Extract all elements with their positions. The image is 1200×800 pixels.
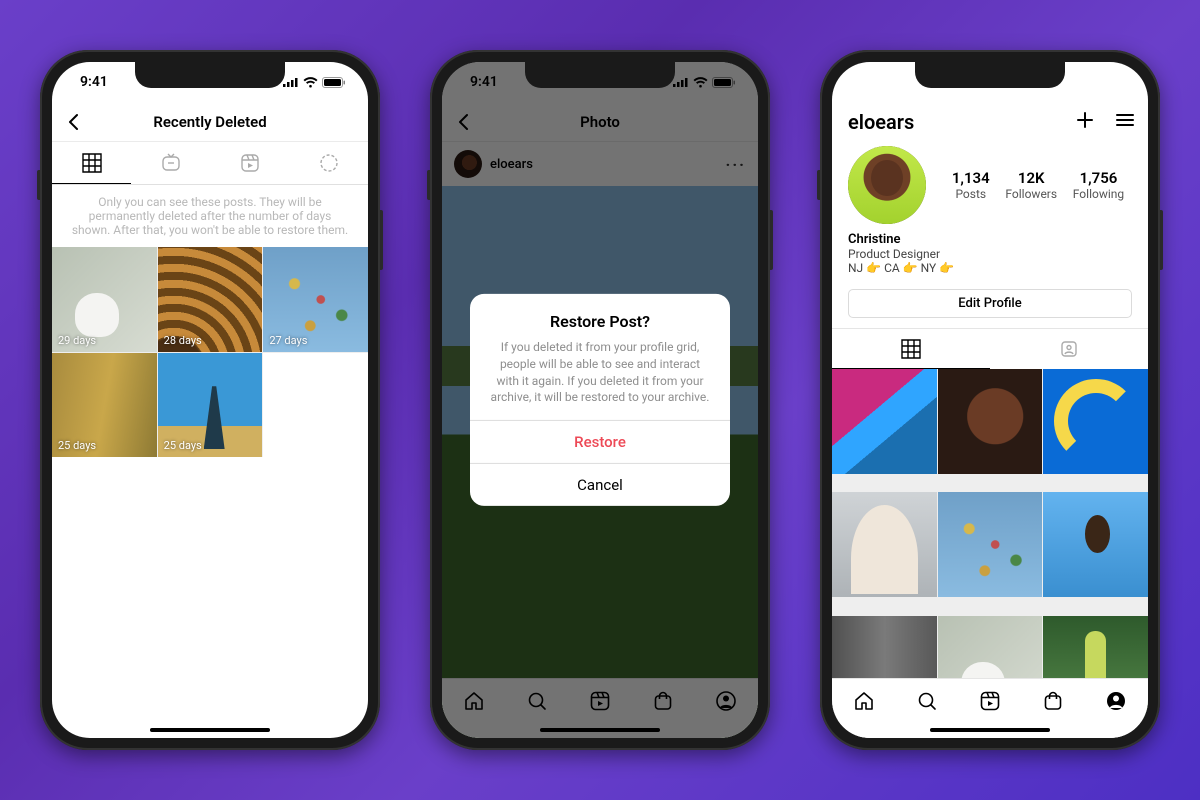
back-button[interactable] xyxy=(64,112,84,132)
igtv-icon xyxy=(161,153,181,173)
days-left-label: 25 days xyxy=(164,439,202,452)
new-post-icon[interactable] xyxy=(1074,109,1096,135)
grid-thumb[interactable] xyxy=(832,369,937,474)
highlight-icon xyxy=(319,153,339,173)
tab-grid[interactable] xyxy=(52,142,131,184)
profile-bio: Christine Product Designer NJ 👉 CA 👉 NY … xyxy=(832,232,1148,285)
edit-profile-button[interactable]: Edit Profile xyxy=(848,289,1132,318)
stat-followers[interactable]: 12KFollowers xyxy=(1005,169,1057,201)
profile-header: eloears xyxy=(832,102,1148,142)
menu-icon[interactable] xyxy=(1114,109,1136,135)
dialog-message: If you deleted it from your profile grid… xyxy=(488,339,712,406)
dialog-title: Restore Post? xyxy=(488,312,712,331)
nav-profile-icon[interactable] xyxy=(1105,690,1127,716)
home-indicator[interactable] xyxy=(150,728,270,732)
grid-icon xyxy=(901,339,921,359)
deleted-thumb[interactable]: 28 days xyxy=(158,247,263,352)
phone-profile: 9:41 eloears 1,134Posts 12KFollowers 1,7… xyxy=(820,50,1160,750)
bio-location: NJ 👉 CA 👉 NY 👉 xyxy=(848,261,1132,275)
deleted-thumb[interactable]: 27 days xyxy=(263,247,368,352)
profile-avatar[interactable] xyxy=(848,146,926,224)
grid-thumb[interactable] xyxy=(832,492,937,597)
phone-notch xyxy=(915,62,1065,88)
tagged-icon xyxy=(1059,339,1079,359)
phone-restore-dialog: 9:41 Photo eloears ··· xyxy=(430,50,770,750)
restore-button[interactable]: Restore xyxy=(470,420,730,463)
signal-icon xyxy=(283,77,299,87)
info-text: Only you can see these posts. They will … xyxy=(52,185,368,247)
home-indicator[interactable] xyxy=(930,728,1050,732)
media-type-tabs xyxy=(52,142,368,185)
grid-icon xyxy=(82,153,102,173)
grid-thumb[interactable] xyxy=(1043,492,1148,597)
days-left-label: 25 days xyxy=(58,439,96,452)
reels-icon xyxy=(240,153,260,173)
profile-summary: 1,134Posts 12KFollowers 1,756Following xyxy=(832,142,1148,232)
phone-notch xyxy=(135,62,285,88)
battery-icon xyxy=(322,77,346,88)
days-left-label: 29 days xyxy=(58,334,96,347)
stat-posts[interactable]: 1,134Posts xyxy=(952,169,990,201)
nav-search-icon[interactable] xyxy=(916,690,938,716)
bio-role: Product Designer xyxy=(848,247,1132,261)
profile-tabs xyxy=(832,328,1148,369)
tab-posts[interactable] xyxy=(832,329,990,369)
deleted-thumb[interactable]: 29 days xyxy=(52,247,157,352)
bio-name: Christine xyxy=(848,232,1132,247)
tab-igtv[interactable] xyxy=(131,142,210,184)
wifi-icon xyxy=(303,77,318,88)
grid-thumb[interactable] xyxy=(1043,369,1148,474)
empty-cell xyxy=(263,353,368,458)
cancel-button[interactable]: Cancel xyxy=(470,463,730,506)
home-indicator[interactable] xyxy=(540,728,660,732)
tab-highlights[interactable] xyxy=(289,142,368,184)
nav-home-icon[interactable] xyxy=(853,690,875,716)
page-title: Recently Deleted xyxy=(52,113,368,131)
nav-bar: Recently Deleted xyxy=(52,102,368,142)
deleted-grid: 29 days 28 days 27 days 25 days 25 days xyxy=(52,247,368,457)
grid-thumb[interactable] xyxy=(938,492,1043,597)
tab-reels[interactable] xyxy=(210,142,289,184)
status-time: 9:41 xyxy=(80,74,108,90)
nav-shop-icon[interactable] xyxy=(1042,690,1064,716)
grid-thumb[interactable] xyxy=(938,369,1043,474)
days-left-label: 28 days xyxy=(164,334,202,347)
days-left-label: 27 days xyxy=(269,334,307,347)
profile-username[interactable]: eloears xyxy=(848,110,914,134)
tab-tagged[interactable] xyxy=(990,329,1148,369)
phone-recently-deleted: 9:41 Recently Deleted xyxy=(40,50,380,750)
nav-reels-icon[interactable] xyxy=(979,690,1001,716)
stat-following[interactable]: 1,756Following xyxy=(1073,169,1124,201)
phone-notch xyxy=(525,62,675,88)
deleted-thumb[interactable]: 25 days xyxy=(52,353,157,458)
deleted-thumb[interactable]: 25 days xyxy=(158,353,263,458)
restore-dialog: Restore Post? If you deleted it from you… xyxy=(470,294,730,506)
